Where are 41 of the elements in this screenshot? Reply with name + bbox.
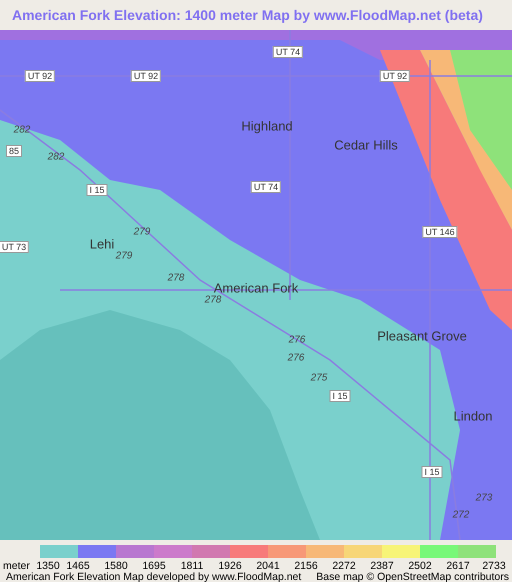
legend-tick-label: 1580: [104, 561, 128, 572]
unit-label: meter: [3, 561, 30, 572]
road-shield-label: I 15: [422, 466, 442, 478]
elevation-label: 278: [204, 294, 222, 306]
legend-tick-label: 1926: [218, 561, 242, 572]
road-shield-label: UT 92: [130, 70, 162, 82]
legend-tick-label: 1695: [142, 561, 166, 572]
legend-tick-label: 2617: [446, 561, 470, 572]
elevation-label: 273: [476, 492, 492, 504]
legend-tick-label: 2041: [256, 561, 280, 572]
road-shield-label: I 15: [330, 390, 350, 402]
elevation-label: 275: [310, 372, 328, 384]
place-label: Lehi: [90, 236, 114, 252]
place-label: American Fork: [214, 280, 298, 296]
legend-tick-label: 1465: [66, 561, 90, 572]
legend-tick-label: 2733: [482, 561, 506, 572]
page-title: American Fork Elevation: 1400 meter Map by www.FloodMap.net (beta): [11, 6, 484, 25]
elevation-label: 279: [116, 250, 132, 262]
legend-tick-label: 2502: [408, 561, 432, 572]
place-label: Cedar Hills: [334, 138, 398, 152]
legend-tick-label: 1350: [36, 561, 60, 572]
legend-tick-label: 2272: [332, 561, 356, 572]
place-label: Highland: [241, 118, 293, 134]
attribution-text: Base map © OpenStreetMap contributors: [316, 572, 509, 582]
road-shield-label: UT 73: [0, 241, 30, 253]
road-shield-label: 85: [6, 145, 22, 157]
elevation-label: 278: [168, 272, 184, 284]
road-shield-label: UT 74: [250, 181, 282, 193]
legend-tick-label: 1811: [180, 561, 204, 572]
road-shield-label: I 15: [86, 184, 108, 196]
developer-credit: American Fork Elevation Map developed by www.FloodMap.net: [6, 572, 302, 582]
elevation-label: 272: [452, 510, 470, 520]
road-shield-label: UT 146: [422, 226, 458, 238]
road-shield-label: UT 92: [380, 70, 410, 82]
legend-tick-label: 2387: [370, 561, 394, 572]
elevation-label: 282: [48, 152, 64, 162]
road-shield-label: UT 74: [272, 46, 304, 58]
road-shield-label: UT 92: [24, 70, 56, 82]
elevation-label: 276: [288, 352, 304, 364]
place-label: Lindon: [453, 408, 493, 424]
legend-tick-label: 2156: [294, 561, 318, 572]
